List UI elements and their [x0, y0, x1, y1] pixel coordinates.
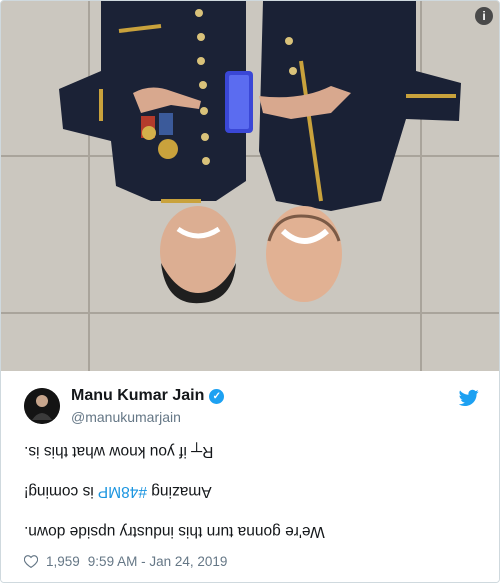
- verified-badge-icon: ✓: [209, 388, 225, 404]
- heart-icon[interactable]: [24, 555, 38, 568]
- author-avatar[interactable]: [24, 388, 60, 424]
- tweet-footer: Manu Kumar Jain ✓ @manukumarjain R┬ if y…: [1, 371, 499, 582]
- photo-upside-down-men: [1, 1, 499, 371]
- author-handle[interactable]: @manukumarjain: [71, 409, 181, 425]
- line2-before: Amazing: [146, 483, 212, 500]
- tweet-text-line-1: R┬ if you know what this is.: [24, 443, 214, 460]
- avatar-image: [24, 388, 60, 424]
- tweet-text-line-3: We're gonna turn this industry upside do…: [24, 523, 325, 540]
- like-count[interactable]: 1,959: [46, 554, 80, 569]
- twitter-bird-icon[interactable]: [459, 389, 479, 407]
- author-name[interactable]: Manu Kumar Jain: [71, 387, 204, 405]
- tweet-text-line-2: Amazing #48MP is coming!: [24, 482, 212, 500]
- tweet-meta: 1,959 9:59 AM - Jan 24, 2019: [24, 554, 227, 569]
- timestamp[interactable]: 9:59 AM - Jan 24, 2019: [88, 554, 228, 569]
- tweet-photo[interactable]: i: [1, 1, 499, 371]
- author-name-row[interactable]: Manu Kumar Jain ✓: [71, 387, 225, 405]
- line2-after: is coming!: [24, 483, 99, 500]
- hashtag-link[interactable]: #48MP: [98, 483, 147, 500]
- info-icon[interactable]: i: [475, 7, 493, 25]
- embedded-tweet-card: i Manu Kumar Jain ✓ @manukumarjain R┬ if…: [0, 0, 500, 583]
